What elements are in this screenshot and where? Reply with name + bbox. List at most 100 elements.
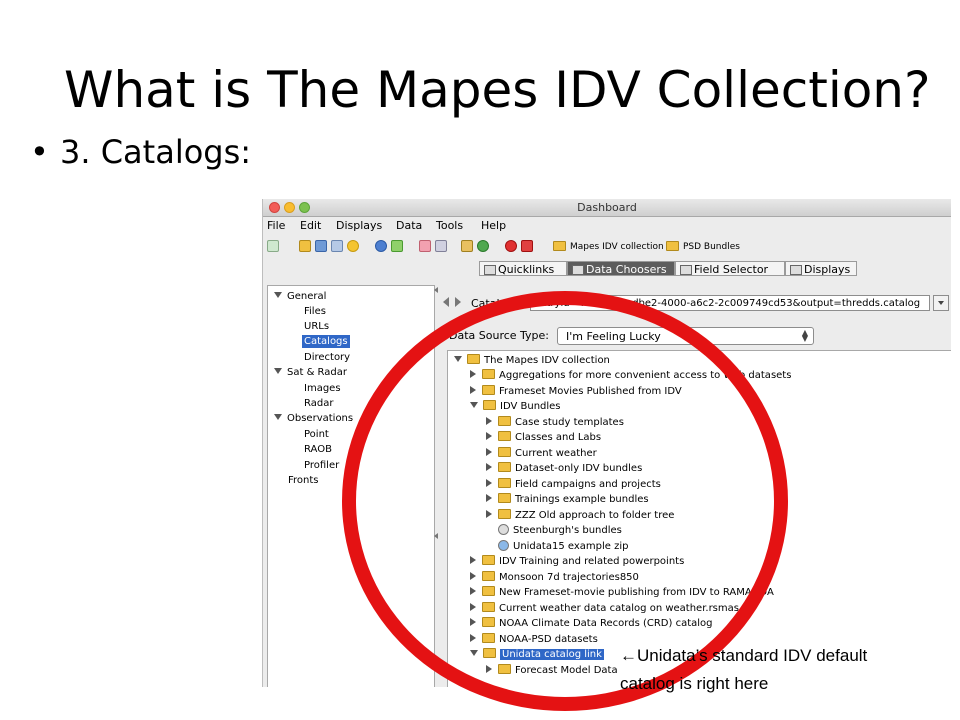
tree-item-directory[interactable]: Directory bbox=[304, 351, 350, 364]
dashboard-window: Dashboard File Edit Displays Data Tools … bbox=[262, 199, 951, 687]
expanded-triangle-icon[interactable] bbox=[470, 402, 478, 408]
catalog-tree-row[interactable]: Frameset Movies Published from IDV bbox=[470, 385, 682, 399]
collapsed-triangle-icon[interactable] bbox=[486, 463, 492, 471]
collapse-left-icon[interactable] bbox=[434, 287, 438, 293]
collapsed-triangle-icon[interactable] bbox=[470, 618, 476, 626]
catalog-tree-row[interactable]: New Frameset-movie publishing from IDV t… bbox=[470, 586, 774, 600]
menu-edit[interactable]: Edit bbox=[300, 219, 321, 232]
catalog-tree-row[interactable]: ZZZ Old approach to folder tree bbox=[486, 509, 674, 523]
catalog-dropdown-button[interactable] bbox=[933, 295, 949, 311]
tree-item-catalogs[interactable]: Catalogs bbox=[302, 335, 350, 348]
menu-tools[interactable]: Tools bbox=[436, 219, 463, 232]
tab-field-selector[interactable]: Field Selector bbox=[675, 261, 785, 276]
scissors-icon[interactable] bbox=[435, 240, 447, 252]
tree-label: Unidata15 example zip bbox=[513, 541, 629, 552]
collapsed-triangle-icon[interactable] bbox=[470, 572, 476, 580]
mapes-collection-button[interactable]: Mapes IDV collection bbox=[553, 239, 664, 255]
menu-file[interactable]: File bbox=[267, 219, 285, 232]
quicklinks-icon bbox=[484, 265, 496, 275]
catalog-tree-row[interactable]: Field campaigns and projects bbox=[486, 478, 661, 492]
catalog-tree-row[interactable]: Aggregations for more convenient access … bbox=[470, 369, 791, 383]
collapsed-triangle-icon[interactable] bbox=[470, 587, 476, 595]
tree-label: Steenburgh's bundles bbox=[513, 525, 622, 536]
forward-arrow-icon[interactable] bbox=[455, 297, 461, 307]
save-icon[interactable] bbox=[315, 240, 327, 252]
expanded-triangle-icon[interactable] bbox=[470, 650, 478, 656]
back-arrow-icon[interactable] bbox=[443, 297, 449, 307]
tree-item-profiler[interactable]: Profiler bbox=[304, 459, 339, 472]
menu-help[interactable]: Help bbox=[481, 219, 506, 232]
tab-data-choosers[interactable]: Data Choosers bbox=[567, 261, 675, 276]
folder-icon bbox=[498, 664, 511, 674]
catalog-tree-row[interactable]: Current weather data catalog on weather.… bbox=[470, 602, 739, 616]
collapse-left-icon[interactable] bbox=[434, 533, 438, 539]
expanded-triangle-icon[interactable] bbox=[274, 292, 282, 298]
collapsed-triangle-icon[interactable] bbox=[470, 603, 476, 611]
catalog-tree-row[interactable]: Monsoon 7d trajectories850 bbox=[470, 571, 639, 585]
save-as-icon[interactable] bbox=[331, 240, 343, 252]
catalog-tree-row[interactable]: IDV Bundles bbox=[470, 400, 561, 414]
catalog-tree-row[interactable]: NOAA-PSD datasets bbox=[470, 633, 598, 647]
expanded-triangle-icon[interactable] bbox=[274, 414, 282, 420]
catalog-tree-row[interactable]: The Mapes IDV collection bbox=[454, 354, 610, 368]
catalog-tree-row[interactable]: Current weather bbox=[486, 447, 597, 461]
panel-splitter[interactable] bbox=[433, 285, 441, 687]
tree-item-point[interactable]: Point bbox=[304, 428, 329, 441]
psd-bundles-button[interactable]: PSD Bundles bbox=[666, 239, 740, 255]
tree-group-sat-radar[interactable]: Sat & Radar bbox=[274, 366, 347, 379]
catalog-tree-row[interactable]: NOAA Climate Data Records (CRD) catalog bbox=[470, 617, 713, 631]
tree-item-images[interactable]: Images bbox=[304, 382, 341, 395]
eraser-icon[interactable] bbox=[419, 240, 431, 252]
collapsed-triangle-icon[interactable] bbox=[486, 665, 492, 673]
star-icon[interactable] bbox=[347, 240, 359, 252]
catalog-tree-row[interactable]: Forecast Model Data bbox=[486, 664, 618, 678]
data-source-type-select[interactable]: I'm Feeling Lucky ▲ ▼ bbox=[557, 327, 814, 345]
collapsed-triangle-icon[interactable] bbox=[486, 494, 492, 502]
catalog-row: Catalogs: entryid=45e3b50b-dbe2-4000-a6c… bbox=[441, 293, 951, 315]
collapsed-triangle-icon[interactable] bbox=[470, 370, 476, 378]
collapsed-triangle-icon[interactable] bbox=[486, 479, 492, 487]
tree-group-general[interactable]: General bbox=[274, 290, 326, 303]
catalog-url-field[interactable]: entryid=45e3b50b-dbe2-4000-a6c2-2c009749… bbox=[530, 295, 930, 311]
menu-displays[interactable]: Displays bbox=[336, 219, 382, 232]
catalog-tree-row[interactable]: Classes and Labs bbox=[486, 431, 601, 445]
catalog-tree-row[interactable]: Steenburgh's bundles bbox=[498, 523, 622, 538]
catalog-tree-row[interactable]: Unidata catalog link bbox=[470, 648, 604, 662]
tab-quicklinks[interactable]: Quicklinks bbox=[479, 261, 567, 276]
help-icon[interactable] bbox=[375, 240, 387, 252]
tree-item-radar[interactable]: Radar bbox=[304, 397, 333, 410]
remove-icon[interactable] bbox=[521, 240, 533, 252]
tree-item-raob[interactable]: RAOB bbox=[304, 443, 332, 456]
collapsed-triangle-icon[interactable] bbox=[470, 634, 476, 642]
collapsed-triangle-icon[interactable] bbox=[470, 556, 476, 564]
collapsed-triangle-icon[interactable] bbox=[470, 386, 476, 394]
menu-data[interactable]: Data bbox=[396, 219, 422, 232]
tree-label: Current weather bbox=[515, 448, 597, 459]
catalog-tree-row[interactable]: Trainings example bundles bbox=[486, 493, 649, 507]
data-source-type-value: I'm Feeling Lucky bbox=[566, 330, 661, 343]
tree-item-files[interactable]: Files bbox=[304, 305, 326, 318]
satellite-icon[interactable] bbox=[267, 240, 279, 252]
tree-group-observations[interactable]: Observations bbox=[274, 412, 353, 425]
stop-icon[interactable] bbox=[505, 240, 517, 252]
collapsed-triangle-icon[interactable] bbox=[486, 417, 492, 425]
catalog-tree-row[interactable]: Case study templates bbox=[486, 416, 624, 430]
pencil-icon[interactable] bbox=[461, 240, 473, 252]
open-folder-icon[interactable] bbox=[299, 240, 311, 252]
expanded-triangle-icon[interactable] bbox=[454, 356, 462, 362]
catalog-tree-row[interactable]: Dataset-only IDV bundles bbox=[486, 462, 642, 476]
tree-label: The Mapes IDV collection bbox=[484, 355, 610, 366]
folder-icon bbox=[482, 369, 495, 379]
link-icon bbox=[498, 523, 509, 535]
catalog-tree-row[interactable]: IDV Training and related powerpoints bbox=[470, 555, 684, 569]
collapsed-triangle-icon[interactable] bbox=[486, 448, 492, 456]
check-icon[interactable] bbox=[391, 240, 403, 252]
expanded-triangle-icon[interactable] bbox=[274, 368, 282, 374]
tree-item-urls[interactable]: URLs bbox=[304, 320, 329, 333]
tab-displays[interactable]: Displays bbox=[785, 261, 857, 276]
collapsed-triangle-icon[interactable] bbox=[486, 510, 492, 518]
catalog-tree-row[interactable]: Unidata15 example zip bbox=[498, 539, 629, 554]
collapsed-triangle-icon[interactable] bbox=[486, 432, 492, 440]
globe-icon[interactable] bbox=[477, 240, 489, 252]
tree-item-fronts[interactable]: Fronts bbox=[288, 474, 319, 487]
